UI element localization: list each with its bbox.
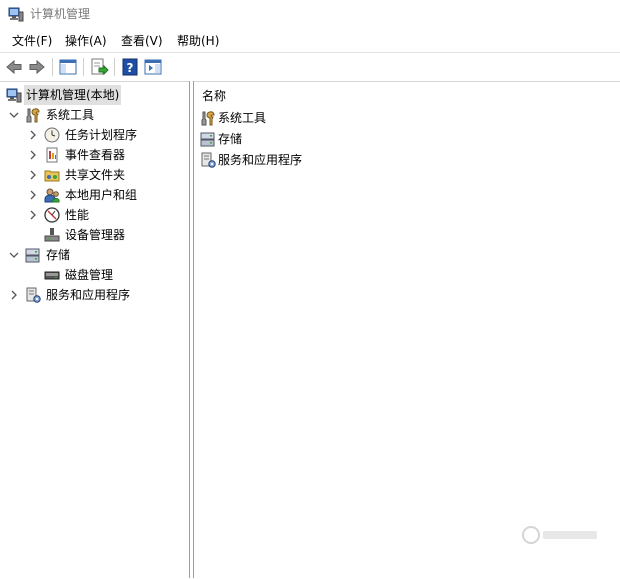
device-manager-icon xyxy=(44,228,60,242)
menu-view[interactable]: 查看(V) xyxy=(119,33,165,49)
watermark-logo xyxy=(522,526,597,544)
tree-item-label: 磁盘管理 xyxy=(65,268,114,282)
disk-icon xyxy=(44,271,60,280)
menu-action[interactable]: 操作(A) xyxy=(63,33,109,49)
title-bar: 计算机管理 xyxy=(0,0,620,28)
tree-item-label: 存储 xyxy=(46,248,71,262)
storage-icon xyxy=(25,248,40,263)
services-icon xyxy=(26,287,41,303)
tree-item-label: 任务计划程序 xyxy=(65,128,138,142)
tree-item-label: 系统工具 xyxy=(46,108,95,122)
tools-icon xyxy=(201,111,215,126)
chevron-right-icon[interactable] xyxy=(27,145,39,165)
computer-management-icon xyxy=(6,88,22,103)
event-log-icon xyxy=(46,147,58,163)
back-icon[interactable] xyxy=(4,57,24,77)
menu-file[interactable]: 文件(F) xyxy=(10,33,54,49)
tree-item-device-manager[interactable]: 设备管理器 xyxy=(0,225,189,245)
tree-item-performance[interactable]: 性能 xyxy=(0,205,189,225)
tree-item-label: 本地用户和组 xyxy=(65,188,138,202)
chevron-down-icon[interactable] xyxy=(8,105,20,125)
export-list-icon[interactable] xyxy=(89,57,109,77)
tree-item-computer-management[interactable]: 计算机管理(本地) xyxy=(0,85,189,105)
chevron-down-icon[interactable] xyxy=(8,245,20,265)
storage-icon xyxy=(200,132,215,147)
tree-item-local-users-groups[interactable]: 本地用户和组 xyxy=(0,185,189,205)
chevron-right-icon[interactable] xyxy=(27,185,39,205)
window-title: 计算机管理 xyxy=(30,7,91,21)
shared-folder-icon xyxy=(44,170,60,182)
computer-management-icon xyxy=(8,7,24,22)
svg-text:?: ? xyxy=(127,61,134,75)
services-icon xyxy=(201,152,216,168)
tools-icon xyxy=(26,108,40,123)
navigation-tree: 计算机管理(本地) 系统工具 任务计划程序 事件查看器 共享文件夹 本地用户和组… xyxy=(0,81,189,579)
forward-icon[interactable] xyxy=(27,57,47,77)
tree-item-disk-management[interactable]: 磁盘管理 xyxy=(0,265,189,285)
list-item-services-apps[interactable]: 服务和应用程序 xyxy=(200,150,600,170)
tree-item-services-apps[interactable]: 服务和应用程序 xyxy=(0,285,189,305)
chevron-right-icon[interactable] xyxy=(27,205,39,225)
menu-bar: 文件(F) 操作(A) 查看(V) 帮助(H) xyxy=(0,30,620,52)
toolbar-separator xyxy=(52,58,53,76)
toolbar-separator xyxy=(83,58,84,76)
menu-help[interactable]: 帮助(H) xyxy=(175,33,221,49)
tree-item-label: 设备管理器 xyxy=(65,228,126,242)
clock-icon xyxy=(44,127,60,143)
performance-icon xyxy=(44,207,60,223)
tree-item-shared-folders[interactable]: 共享文件夹 xyxy=(0,165,189,185)
toolbar: ? xyxy=(0,52,620,81)
tree-item-label: 共享文件夹 xyxy=(65,168,126,182)
users-icon xyxy=(44,188,60,203)
list-item-storage[interactable]: 存储 xyxy=(200,129,600,149)
tree-item-event-viewer[interactable]: 事件查看器 xyxy=(0,145,189,165)
column-header-name[interactable]: 名称 xyxy=(202,88,226,104)
chevron-right-icon[interactable] xyxy=(27,125,39,145)
chevron-right-icon[interactable] xyxy=(8,285,20,305)
list-item-label: 存储 xyxy=(218,132,243,146)
tree-item-label: 服务和应用程序 xyxy=(46,288,131,302)
toolbar-separator xyxy=(114,58,115,76)
tree-item-storage[interactable]: 存储 xyxy=(0,245,189,265)
tree-item-label: 性能 xyxy=(65,208,90,222)
tree-item-task-scheduler[interactable]: 任务计划程序 xyxy=(0,125,189,145)
list-item-label: 服务和应用程序 xyxy=(218,153,303,167)
help-icon[interactable]: ? xyxy=(120,57,140,77)
action-pane-icon[interactable] xyxy=(143,57,163,77)
chevron-right-icon[interactable] xyxy=(27,165,39,185)
tree-item-label: 事件查看器 xyxy=(65,148,126,162)
computer-management-window: 计算机管理 文件(F) 操作(A) 查看(V) 帮助(H) ? 计算机管理(本地… xyxy=(0,0,620,579)
show-tree-icon[interactable] xyxy=(58,57,78,77)
list-item-system-tools[interactable]: 系统工具 xyxy=(200,108,600,128)
content-list: 名称 系统工具 存储 服务和应用程序 xyxy=(194,81,620,579)
tree-item-system-tools[interactable]: 系统工具 xyxy=(0,105,189,125)
list-item-label: 系统工具 xyxy=(218,111,267,125)
tree-item-label: 计算机管理(本地) xyxy=(24,85,122,105)
